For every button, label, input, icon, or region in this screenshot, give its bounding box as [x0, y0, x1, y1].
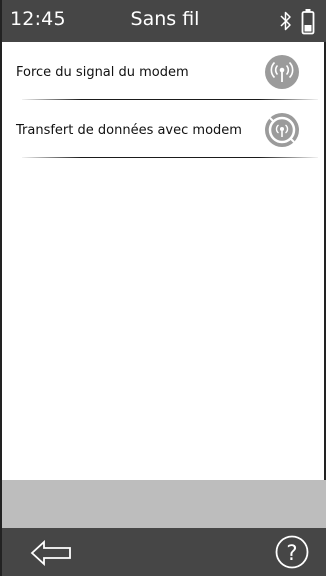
- wireless-menu-list: Force du signal du modem Transfert de do…: [2, 42, 326, 158]
- footer-band: [2, 480, 326, 528]
- navigation-bar: ?: [2, 528, 326, 576]
- battery-icon: [301, 9, 315, 35]
- bluetooth-icon: [280, 11, 291, 31]
- antenna-signal-icon: [265, 55, 299, 89]
- status-bar: 12:45 Sans fil: [2, 0, 326, 42]
- screen: 12:45 Sans fil Force du signal du modem: [0, 0, 326, 576]
- menu-item-modem-data-transfer[interactable]: Transfert de données avec modem: [2, 100, 326, 158]
- divider: [22, 157, 318, 158]
- back-arrow-icon[interactable]: [30, 540, 72, 566]
- page-title: Sans fil: [130, 8, 200, 30]
- help-glyph: ?: [286, 541, 297, 565]
- help-icon[interactable]: ?: [275, 535, 309, 569]
- data-transfer-icon: [265, 113, 299, 147]
- menu-item-modem-signal-strength[interactable]: Force du signal du modem: [2, 42, 326, 100]
- menu-item-label: Force du signal du modem: [16, 65, 189, 80]
- menu-item-label: Transfert de données avec modem: [16, 123, 242, 138]
